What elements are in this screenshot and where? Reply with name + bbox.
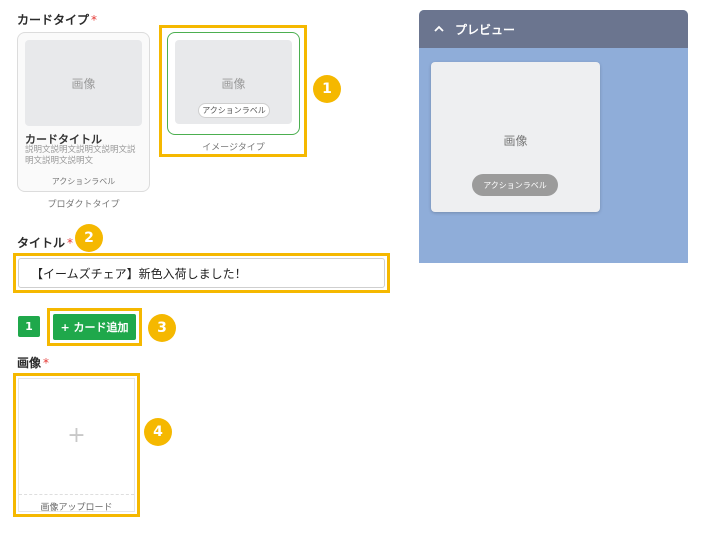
add-card-button[interactable]: + カード追加 bbox=[53, 314, 136, 340]
card-type-label: カードタイプ * bbox=[17, 11, 97, 28]
preview-card: 画像 アクションラベル bbox=[431, 62, 600, 212]
image-label-text: 画像 bbox=[17, 356, 42, 370]
product-action-label: アクションラベル bbox=[51, 177, 116, 186]
title-label: タイトル * bbox=[17, 234, 73, 251]
product-image-placeholder: 画像 bbox=[25, 40, 142, 126]
card-index-button[interactable]: 1 bbox=[18, 316, 40, 337]
annotation-badge-2: 2 bbox=[75, 224, 103, 252]
upload-divider bbox=[19, 494, 134, 495]
product-type-caption: プロダクトタイプ bbox=[47, 200, 120, 210]
annotation-badge-4: 4 bbox=[144, 418, 172, 446]
image-placeholder-text: 画像 bbox=[221, 77, 246, 91]
preview-action-button[interactable]: アクションラベル bbox=[472, 174, 558, 196]
title-label-text: タイトル bbox=[17, 236, 66, 250]
required-mark: * bbox=[91, 13, 98, 27]
title-input[interactable]: 【イームズチェア】新色入荷しました！ bbox=[18, 258, 385, 288]
required-mark: * bbox=[67, 236, 74, 250]
preview-header[interactable]: プレビュー bbox=[419, 10, 688, 48]
image-label: 画像 * bbox=[17, 354, 49, 371]
card-type-option-product[interactable]: 画像 カードタイトル 説明文説明文説明文説明文説明文説明文説明文 アクションラベ… bbox=[17, 32, 150, 192]
card-type-option-image[interactable]: 画像 アクションラベル bbox=[167, 32, 300, 135]
plus-icon: + bbox=[67, 423, 86, 448]
card-type-label-text: カードタイプ bbox=[17, 13, 90, 27]
product-card-description: 説明文説明文説明文説明文説明文説明文説明文 bbox=[25, 145, 136, 166]
chevron-up-icon bbox=[434, 25, 444, 32]
image-upload-dropzone[interactable]: + 画像アップロード bbox=[18, 378, 135, 513]
image-type-caption: イメージタイプ bbox=[202, 143, 265, 153]
annotation-badge-1: 1 bbox=[313, 75, 341, 103]
image-placeholder-text: 画像 bbox=[71, 76, 96, 91]
annotation-badge-3: 3 bbox=[148, 314, 176, 342]
image-type-action-pill: アクションラベル bbox=[198, 103, 270, 118]
required-mark: * bbox=[43, 356, 50, 370]
preview-image-placeholder: 画像 bbox=[503, 134, 528, 148]
preview-panel: プレビュー 画像 アクションラベル bbox=[419, 10, 688, 263]
preview-header-label: プレビュー bbox=[455, 22, 516, 37]
image-upload-label: 画像アップロード bbox=[40, 503, 113, 513]
